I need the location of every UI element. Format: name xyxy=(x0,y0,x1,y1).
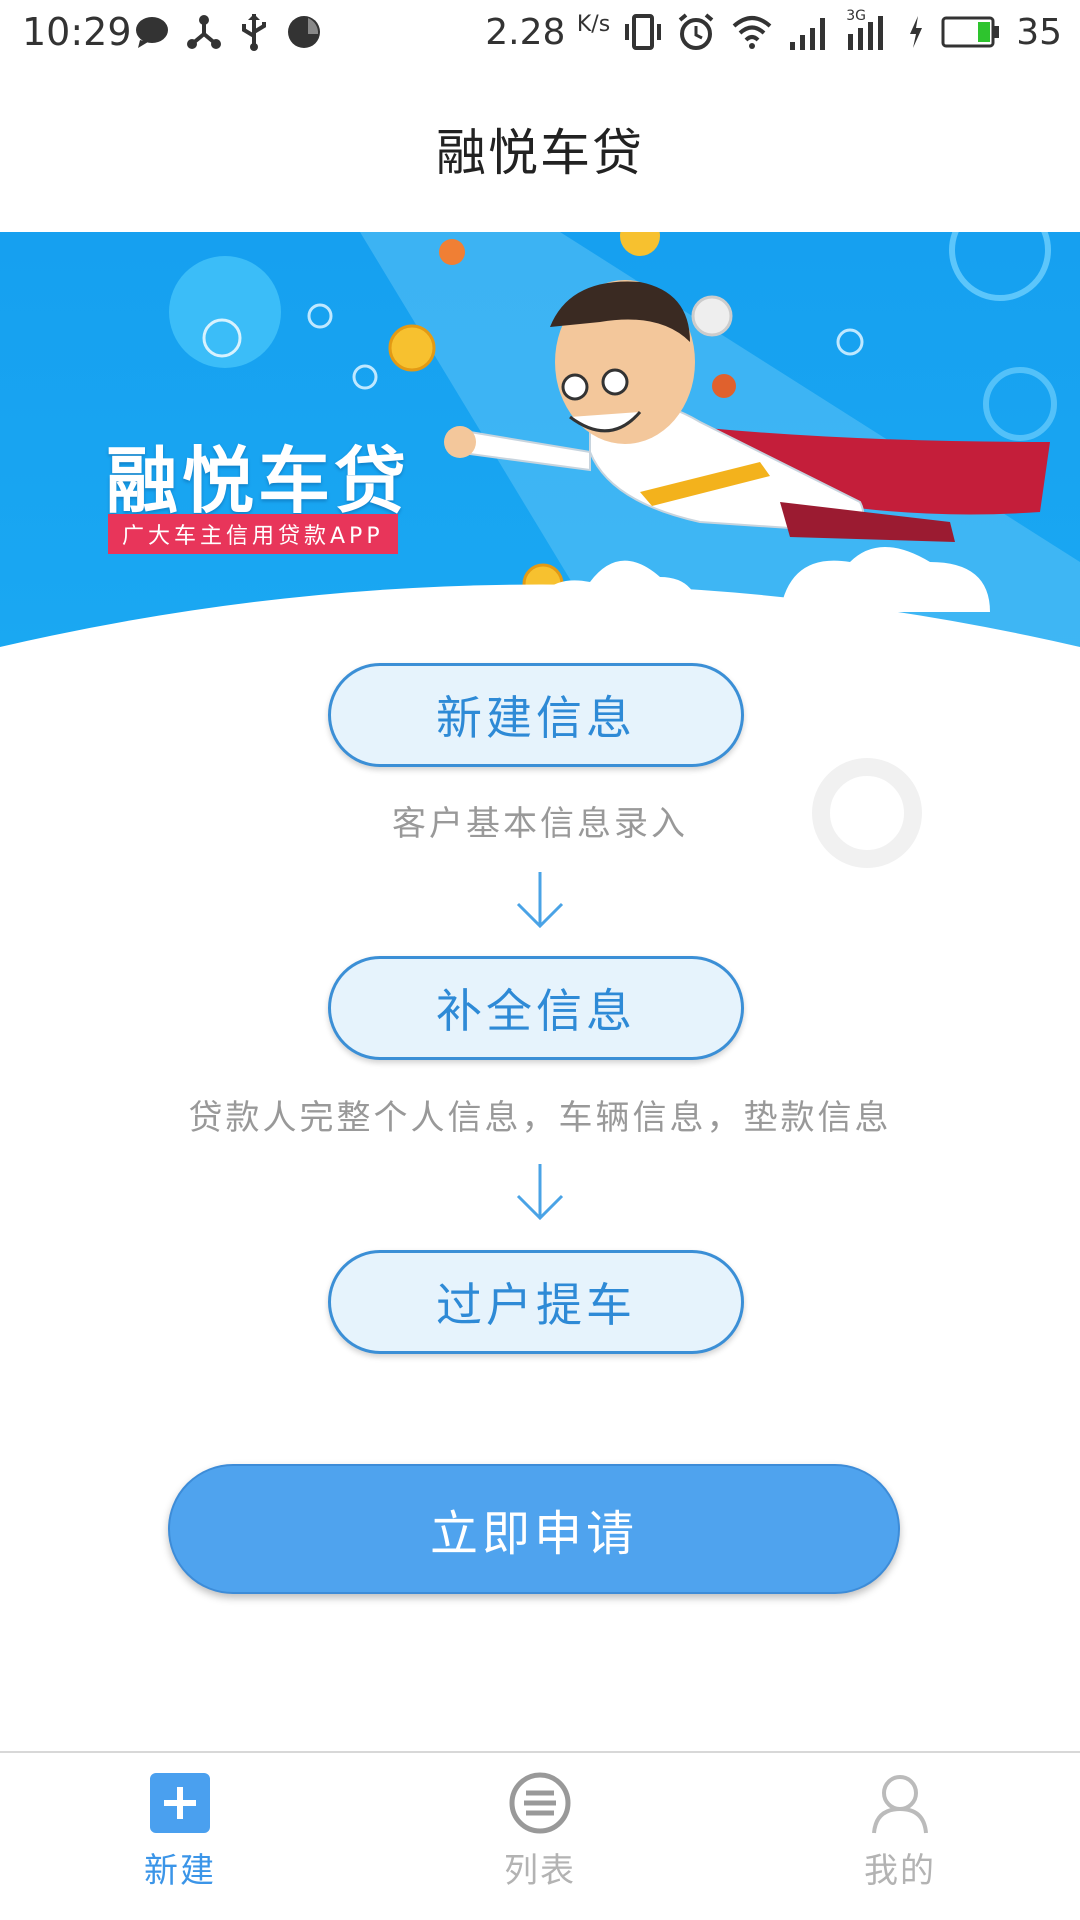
nav-item-new[interactable]: 新建 xyxy=(0,1753,360,1920)
nav-item-list[interactable]: 列表 xyxy=(360,1753,720,1920)
apply-now-button[interactable]: 立即申请 xyxy=(168,1464,900,1594)
down-arrow-icon xyxy=(516,1164,564,1221)
nav-item-mine[interactable]: 我的 xyxy=(720,1753,1080,1920)
signal-3g: 3G xyxy=(846,8,892,52)
net-speed-value: 2.28 xyxy=(485,11,566,53)
status-left-icons xyxy=(132,10,324,54)
net-speed-unit: K/s xyxy=(576,11,611,37)
nav-label-mine: 我的 xyxy=(864,1851,936,1891)
battery-level: 35 xyxy=(1016,11,1062,53)
decorative-ring xyxy=(812,758,922,868)
page-title: 融悦车贷 xyxy=(436,124,644,182)
plus-square-icon xyxy=(148,1771,212,1835)
battery-icon xyxy=(941,16,1000,48)
net-speed: 2.28 K/s xyxy=(485,12,610,53)
down-arrow-icon xyxy=(516,872,564,929)
nav-label-list: 列表 xyxy=(504,1851,576,1891)
signal-3g-icon xyxy=(848,16,884,50)
share-hub-icon xyxy=(187,15,221,49)
signal-icon xyxy=(790,18,826,50)
hero-banner: 融悦车贷 广大车主信用贷款APP xyxy=(0,232,1080,662)
vibrate-icon xyxy=(625,14,662,50)
list-circle-icon xyxy=(508,1771,572,1835)
banner-title: 融悦车贷 xyxy=(106,439,411,523)
step-complete-info-button[interactable]: 补全信息 xyxy=(328,956,744,1060)
chat-icon xyxy=(136,17,168,48)
app-screen: 10:29 2.28 K/s 3G 35 融悦车贷 融悦车贷 广大车主信用贷款A… xyxy=(0,0,1080,1920)
alarm-icon xyxy=(678,13,714,50)
step-complete-info-desc: 贷款人完整个人信息，车辆信息，垫款信息 xyxy=(188,1098,892,1138)
user-icon xyxy=(868,1771,932,1835)
usb-icon xyxy=(242,14,266,51)
wifi-icon xyxy=(732,16,772,49)
nav-label-new: 新建 xyxy=(144,1851,216,1891)
app-header: 融悦车贷 xyxy=(0,66,1080,232)
status-bar: 10:29 2.28 K/s 3G 35 xyxy=(0,0,1080,66)
bottom-nav: 新建 列表 我的 xyxy=(0,1751,1080,1920)
charging-icon xyxy=(910,16,923,48)
status-time: 10:29 xyxy=(22,10,132,54)
step-new-info-button[interactable]: 新建信息 xyxy=(328,663,744,767)
app-dot-icon xyxy=(288,16,320,48)
status-right-icons: 2.28 K/s 3G 35 xyxy=(485,8,1062,54)
step-transfer-button[interactable]: 过户提车 xyxy=(328,1250,744,1354)
banner-subtitle: 广大车主信用贷款APP xyxy=(108,514,398,554)
